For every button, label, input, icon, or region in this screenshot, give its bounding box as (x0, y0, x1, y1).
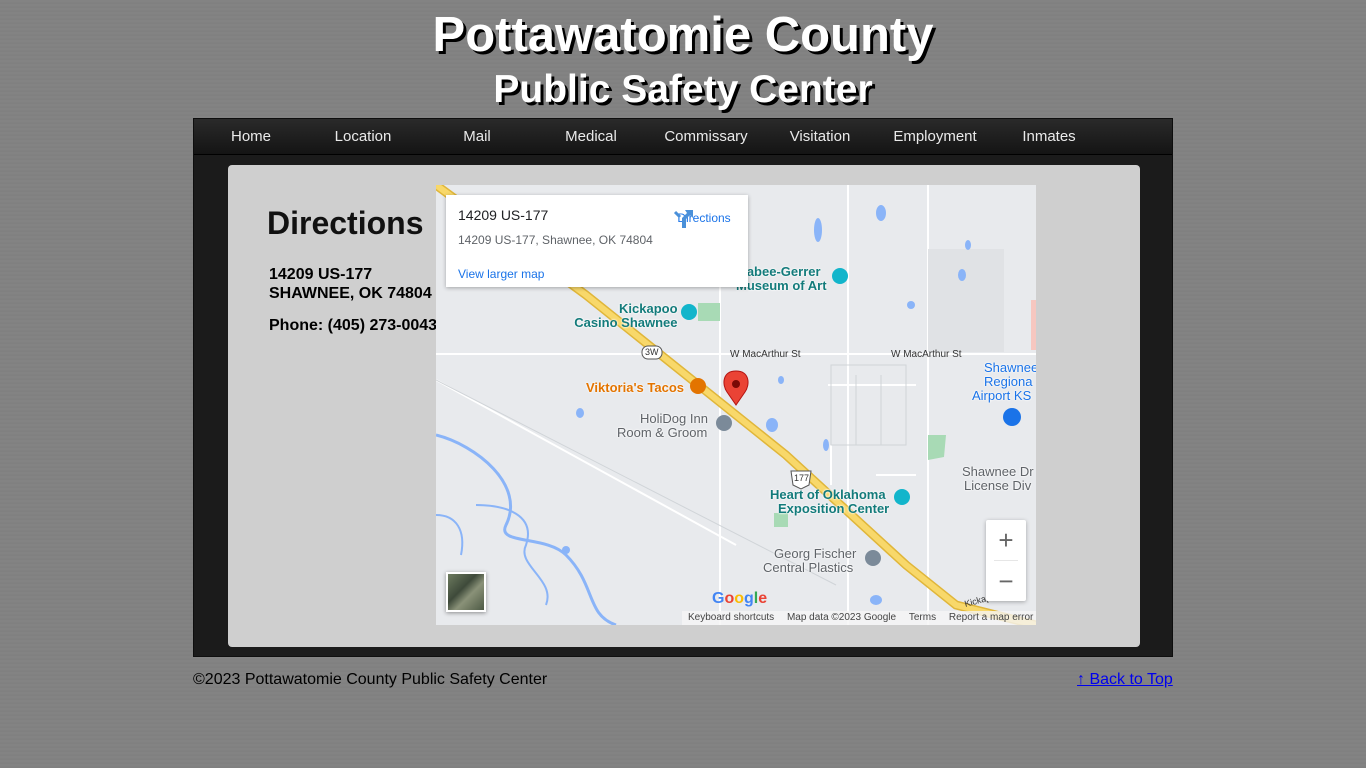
location-pin[interactable] (723, 370, 749, 406)
zoom-control: + − (986, 520, 1026, 601)
road-label-177: 177 (794, 473, 810, 483)
address-line1: 14209 US-177 (269, 266, 373, 283)
place-georg-fischer[interactable]: Georg Fischer Central Plastics (763, 547, 856, 575)
directions-icon (673, 210, 693, 228)
terms-link[interactable]: Terms (909, 612, 936, 623)
address: 14209 US-177 SHAWNEE, OK 74804 (269, 265, 432, 303)
phone: Phone: (405) 273-0043 (269, 317, 438, 334)
nav-home[interactable]: Home (194, 119, 308, 154)
zoom-in-button[interactable]: + (986, 520, 1026, 560)
place-mabee-gerrer[interactable]: Mabee-Gerrer Museum of Art (736, 265, 827, 293)
map-data-text: Map data ©2023 Google (786, 612, 897, 623)
nav-medical[interactable]: Medical (534, 119, 648, 154)
google-logo: Google (712, 590, 768, 607)
page-frame: Home Location Mail Medical Commissary Vi… (193, 118, 1173, 657)
nav-commissary[interactable]: Commissary (649, 119, 763, 154)
footer-copyright: ©2023 Pottawatomie County Public Safety … (193, 671, 548, 688)
site-title: Pottawatomie County (432, 8, 934, 62)
road-label-macarthur-east: W MacArthur St (891, 349, 962, 360)
place-shawnee-driver-license[interactable]: Shawnee Dr License Div (962, 465, 1034, 493)
keyboard-shortcuts-link[interactable]: Keyboard shortcuts (688, 612, 774, 623)
place-shawnee-airport[interactable]: Shawnee Regiona Airport KS (972, 361, 1036, 403)
map-info-card: 14209 US-177 14209 US-177, Shawnee, OK 7… (446, 195, 748, 287)
address-line2: SHAWNEE, OK 74804 (269, 285, 432, 302)
place-kickapoo-casino[interactable]: Kickapoo Casino Shawnee (572, 302, 677, 330)
zoom-out-button[interactable]: − (986, 561, 1026, 601)
map-attribution: Keyboard shortcuts Map data ©2023 Google… (682, 611, 1036, 625)
content-panel: Directions 14209 US-177 SHAWNEE, OK 7480… (228, 165, 1140, 647)
nav-visitation[interactable]: Visitation (763, 119, 877, 154)
road-label-macarthur-west: W MacArthur St (730, 349, 801, 360)
nav-inmates[interactable]: Inmates (992, 119, 1106, 154)
main-nav: Home Location Mail Medical Commissary Vi… (194, 119, 1172, 155)
directions-heading: Directions (267, 205, 424, 241)
place-heart-of-oklahoma[interactable]: Heart of Oklahoma Exposition Center (770, 488, 889, 516)
back-to-top-link[interactable]: ↑ Back to Top (1077, 671, 1173, 689)
site-subtitle: Public Safety Center (493, 68, 873, 111)
info-address: 14209 US-177, Shawnee, OK 74804 (458, 233, 653, 247)
info-title: 14209 US-177 (458, 207, 549, 223)
view-larger-map-link[interactable]: View larger map (458, 267, 544, 281)
place-viktorias-tacos[interactable]: Viktoria's Tacos (586, 381, 684, 395)
place-holidog-inn[interactable]: HoliDog Inn Room & Groom (617, 412, 708, 440)
nav-location[interactable]: Location (306, 119, 420, 154)
nav-employment[interactable]: Employment (878, 119, 992, 154)
nav-mail[interactable]: Mail (420, 119, 534, 154)
satellite-toggle-button[interactable] (446, 572, 486, 612)
report-error-link[interactable]: Report a map error (949, 612, 1033, 623)
directions-button[interactable]: Directions (672, 207, 736, 228)
road-label-3w: 3W (645, 347, 659, 357)
embedded-map[interactable]: W MacArthur St W MacArthur St 3W 177 Kic… (436, 185, 1036, 625)
